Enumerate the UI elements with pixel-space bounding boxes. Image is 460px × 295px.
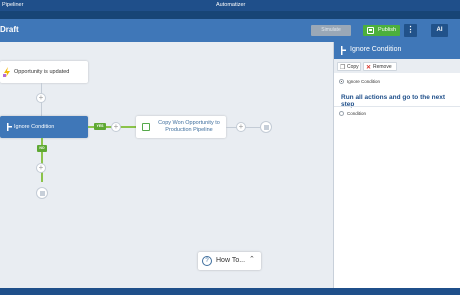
- condition-radio[interactable]: [339, 111, 344, 116]
- add-step-button[interactable]: +: [36, 93, 46, 103]
- add-step-button-after-action[interactable]: +: [236, 122, 246, 132]
- no-tag: NO: [37, 145, 47, 152]
- add-step-button-yes[interactable]: +: [111, 122, 121, 132]
- lightning-icon: [3, 67, 10, 77]
- divider: [334, 106, 460, 107]
- more-options-button[interactable]: ⋮: [404, 24, 417, 37]
- panel-header: Ignore Condition: [334, 42, 460, 59]
- panel-toolbar: ❐ Copy ✕ Remove: [334, 59, 460, 73]
- publish-label: Publish: [378, 27, 397, 33]
- action-label-line2: Production Pipeline: [165, 127, 213, 133]
- copy-label: Copy: [347, 64, 359, 70]
- yes-tag: YES: [94, 123, 106, 130]
- copy-icon: ❐: [340, 65, 346, 71]
- condition-icon: [341, 46, 346, 55]
- how-to-button[interactable]: ? How To... ⌃: [198, 252, 261, 270]
- panel-title: Ignore Condition: [350, 46, 402, 53]
- chevron-up-icon: ⌃: [249, 256, 255, 263]
- close-icon: ✕: [366, 65, 372, 71]
- condition-icon: [7, 123, 12, 131]
- footer-bar: [0, 288, 460, 295]
- sub-bar: [0, 11, 460, 19]
- page-title: Draft: [0, 25, 19, 34]
- help-icon: ?: [202, 256, 212, 266]
- publish-button[interactable]: Publish: [363, 25, 400, 36]
- simulate-button[interactable]: Simulate: [311, 25, 351, 36]
- ignore-condition-label: Ignore Condition: [347, 79, 381, 84]
- trigger-node[interactable]: Opportunity is updated: [0, 61, 88, 83]
- publish-icon: [367, 27, 374, 34]
- action-label-line1: Copy Won Opportunity to: [158, 120, 220, 126]
- end-node: [260, 121, 272, 133]
- properties-panel: Ignore Condition ❐ Copy ✕ Remove Ignore …: [333, 42, 460, 288]
- copy-button[interactable]: ❐ Copy: [337, 62, 361, 71]
- ai-button[interactable]: AI: [431, 24, 448, 37]
- end-node-no: [36, 187, 48, 199]
- remove-button[interactable]: ✕ Remove: [363, 62, 397, 71]
- condition-label: Ignore Condition: [14, 124, 55, 130]
- title-bar: Pipeliner Automatizer: [0, 0, 460, 11]
- condition-node[interactable]: Ignore Condition: [0, 116, 88, 138]
- trigger-label: Opportunity is updated: [14, 69, 70, 75]
- copy-record-icon: [142, 123, 150, 131]
- workflow-canvas[interactable]: Opportunity is updated + Ignore Conditio…: [0, 42, 333, 288]
- action-node[interactable]: Copy Won Opportunity to Production Pipel…: [136, 116, 226, 138]
- window-title: Automatizer: [216, 2, 246, 8]
- remove-label: Remove: [373, 64, 392, 70]
- ignore-condition-radio[interactable]: [339, 79, 344, 84]
- how-to-label: How To...: [216, 257, 246, 264]
- add-step-button-no[interactable]: +: [36, 163, 46, 173]
- condition-option-label: Condition: [347, 111, 367, 116]
- app-name: Pipeliner: [2, 2, 24, 8]
